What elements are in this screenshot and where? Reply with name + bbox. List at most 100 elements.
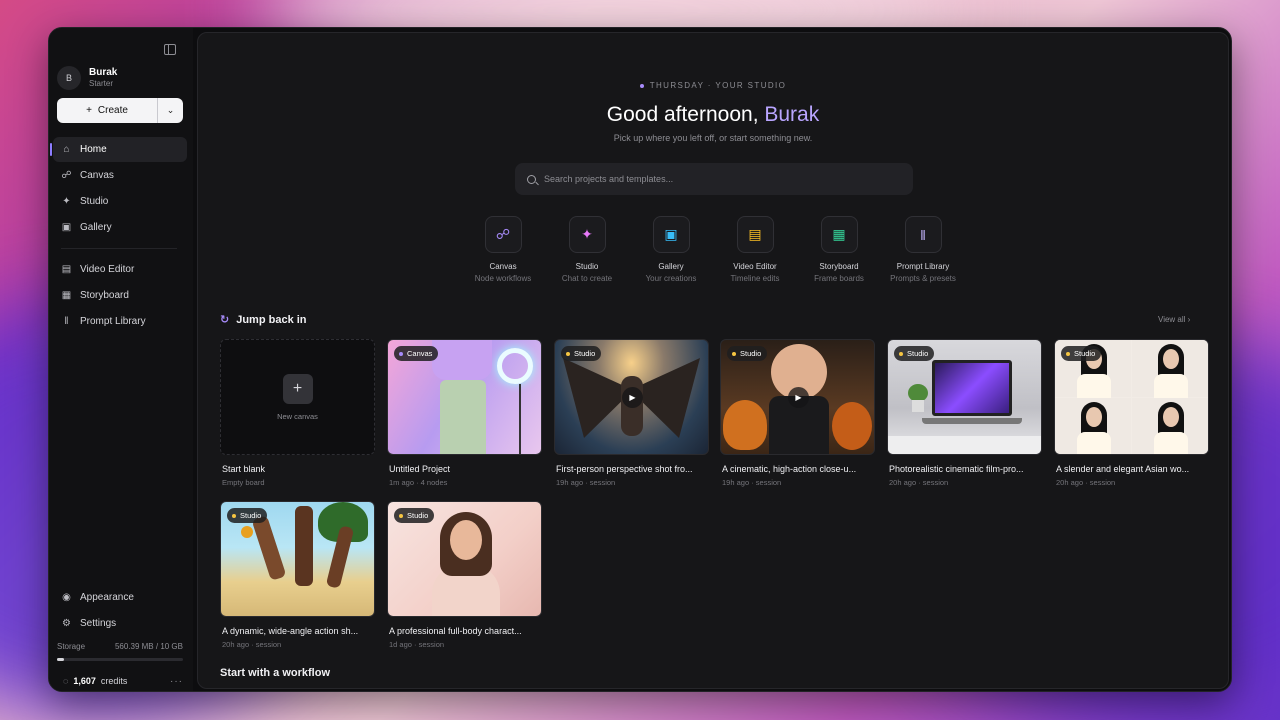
badge-label: Studio	[574, 349, 596, 358]
sidebar-item-label: Appearance	[80, 592, 134, 603]
project-card[interactable]: Studio A slender and elegant Asian wo... 2…	[1054, 339, 1209, 487]
home-icon: ⌂	[63, 144, 70, 155]
page-title: Good afternoon, Burak	[198, 103, 1228, 127]
greeting-text: Good afternoon,	[606, 103, 765, 126]
bottom-nav: ◉ Appearance ⚙ Settings	[53, 585, 187, 637]
layout-icon[interactable]: ▦	[820, 216, 858, 253]
library-icon[interactable]: ‖	[904, 216, 942, 253]
create-dropdown-button[interactable]: ⌄	[158, 98, 183, 123]
project-card[interactable]: Canvas Untitled Project 1m ago · 4 nodes	[387, 339, 542, 487]
sidebar-item-storyboard[interactable]: ▦ Storyboard	[53, 283, 187, 308]
card-title: First-person perspective shot fro...	[556, 464, 693, 474]
collapse-sidebar-icon[interactable]	[164, 44, 176, 55]
type-badge: Studio	[727, 346, 768, 361]
project-card[interactable]: Studio ▶ A cinematic, high-action close-u.…	[720, 339, 875, 487]
sidebar-item-gallery[interactable]: ▣ Gallery	[53, 215, 187, 240]
app-window: B Burak Starter + Create ⌄ ⌂ Home ☍ Canv…	[48, 27, 1232, 692]
card-meta: 20h ago · session	[889, 478, 949, 487]
image-icon[interactable]: ▣	[652, 216, 690, 253]
project-card[interactable]: Studio A professional full-body charact..…	[387, 501, 542, 649]
thumbnail[interactable]: Studio ▶	[720, 339, 875, 455]
badge-dot	[566, 351, 570, 356]
quick-action-canvas[interactable]: ☍ Canvas Node workflows	[461, 216, 545, 283]
sidebar-item-label: Studio	[80, 196, 109, 207]
credits-bar[interactable]: ◌ 1,607 credits ···	[49, 669, 193, 691]
quick-action-storyboard[interactable]: ▦ Storyboard Frame boards	[797, 216, 881, 283]
thumbnail[interactable]: Studio	[387, 501, 542, 617]
storage-label: Storage	[57, 642, 86, 651]
sidebar: B Burak Starter + Create ⌄ ⌂ Home ☍ Canv…	[49, 28, 193, 691]
thumbnail[interactable]: Studio	[1054, 339, 1209, 455]
badge-dot	[732, 351, 736, 356]
badge-label: Studio	[740, 349, 762, 358]
sidebar-item-label: Prompt Library	[80, 316, 146, 327]
badge-label: Studio	[407, 511, 429, 520]
badge-dot	[399, 351, 403, 356]
card-title: Start blank	[222, 464, 266, 474]
image-icon: ▣	[61, 222, 72, 233]
quick-action-gallery[interactable]: ▣ Gallery Your creations	[629, 216, 713, 283]
badge-dot	[1066, 351, 1070, 356]
accent-dot	[639, 83, 644, 88]
play-icon[interactable]: ▶	[788, 387, 809, 408]
new-canvas-thumbnail[interactable]: + New canvas	[220, 339, 375, 455]
badge-dot	[232, 513, 236, 518]
type-badge: Studio	[894, 346, 935, 361]
project-card[interactable]: Studio A dynamic, wide-angle action sh...…	[220, 501, 375, 649]
project-card[interactable]: Studio Photorealistic cinematic film-pro.…	[887, 339, 1042, 487]
sidebar-item-label: Storyboard	[80, 290, 129, 301]
storage-info: Storage 560.39 MB / 10 GB	[57, 642, 183, 651]
more-icon[interactable]: ···	[170, 676, 183, 687]
sidebar-item-appearance[interactable]: ◉ Appearance	[53, 585, 187, 610]
thumbnail[interactable]: Studio	[220, 501, 375, 617]
play-icon[interactable]: ▶	[622, 387, 643, 408]
eyebrow: THURSDAY · YOUR STUDIO	[198, 81, 1228, 90]
quick-action-title: Studio	[575, 262, 599, 271]
layout-icon: ▦	[61, 290, 72, 301]
type-badge: Studio	[227, 508, 268, 523]
plus-icon: +	[282, 373, 313, 404]
section-title: Start with a workflow	[220, 667, 331, 679]
card-meta: 19h ago · session	[722, 478, 782, 487]
quick-action-title: Storyboard	[819, 262, 859, 271]
thumbnail[interactable]: Studio	[887, 339, 1042, 455]
clapper-icon[interactable]: ▤	[736, 216, 774, 253]
card-meta: 19h ago · session	[556, 478, 616, 487]
project-card[interactable]: Studio ▶ First-person perspective shot fro…	[554, 339, 709, 487]
user-profile[interactable]: B Burak Starter	[57, 66, 117, 90]
create-control: + Create ⌄	[57, 98, 183, 123]
storage-progress-bar	[57, 658, 183, 661]
nodes-icon[interactable]: ☍	[484, 216, 522, 253]
search-bar[interactable]	[515, 163, 913, 195]
user-name: Burak	[89, 67, 118, 78]
thumbnail[interactable]: Canvas	[387, 339, 542, 455]
sidebar-item-studio[interactable]: ✦ Studio	[53, 189, 187, 214]
new-canvas-label: New canvas	[277, 411, 318, 421]
card-meta: 20h ago · session	[222, 640, 282, 649]
sidebar-item-canvas[interactable]: ☍ Canvas	[53, 163, 187, 188]
wand-icon[interactable]: ✦	[568, 216, 606, 253]
sidebar-item-settings[interactable]: ⚙ Settings	[53, 611, 187, 636]
quick-action-subtitle: Chat to create	[561, 274, 613, 283]
badge-label: Studio	[240, 511, 262, 520]
sidebar-item-prompt-library[interactable]: ‖ Prompt Library	[53, 309, 187, 334]
badge-label: Studio	[907, 349, 929, 358]
search-input[interactable]	[544, 174, 884, 184]
eyebrow-text: THURSDAY · YOUR STUDIO	[649, 81, 787, 90]
sidebar-item-video-editor[interactable]: ▤ Video Editor	[53, 257, 187, 282]
view-all-link[interactable]: View all ›	[1158, 315, 1190, 324]
sidebar-item-label: Video Editor	[80, 264, 135, 275]
quick-action-studio[interactable]: ✦ Studio Chat to create	[545, 216, 629, 283]
badge-label: Canvas	[407, 349, 433, 358]
type-badge: Studio	[394, 508, 435, 523]
quick-action-video-editor[interactable]: ▤ Video Editor Timeline edits	[713, 216, 797, 283]
thumbnail[interactable]: Studio ▶	[554, 339, 709, 455]
quick-action-subtitle: Your creations	[645, 274, 697, 283]
create-button[interactable]: + Create	[57, 98, 158, 123]
quick-action-prompt-library[interactable]: ‖ Prompt Library Prompts & presets	[881, 216, 965, 283]
quick-action-title: Prompt Library	[896, 262, 950, 271]
sidebar-item-home[interactable]: ⌂ Home	[50, 137, 187, 162]
sidebar-item-label: Home	[80, 144, 107, 155]
card-title: A dynamic, wide-angle action sh...	[222, 626, 359, 636]
new-canvas-card[interactable]: + New canvas Start blank Empty board	[220, 339, 375, 487]
